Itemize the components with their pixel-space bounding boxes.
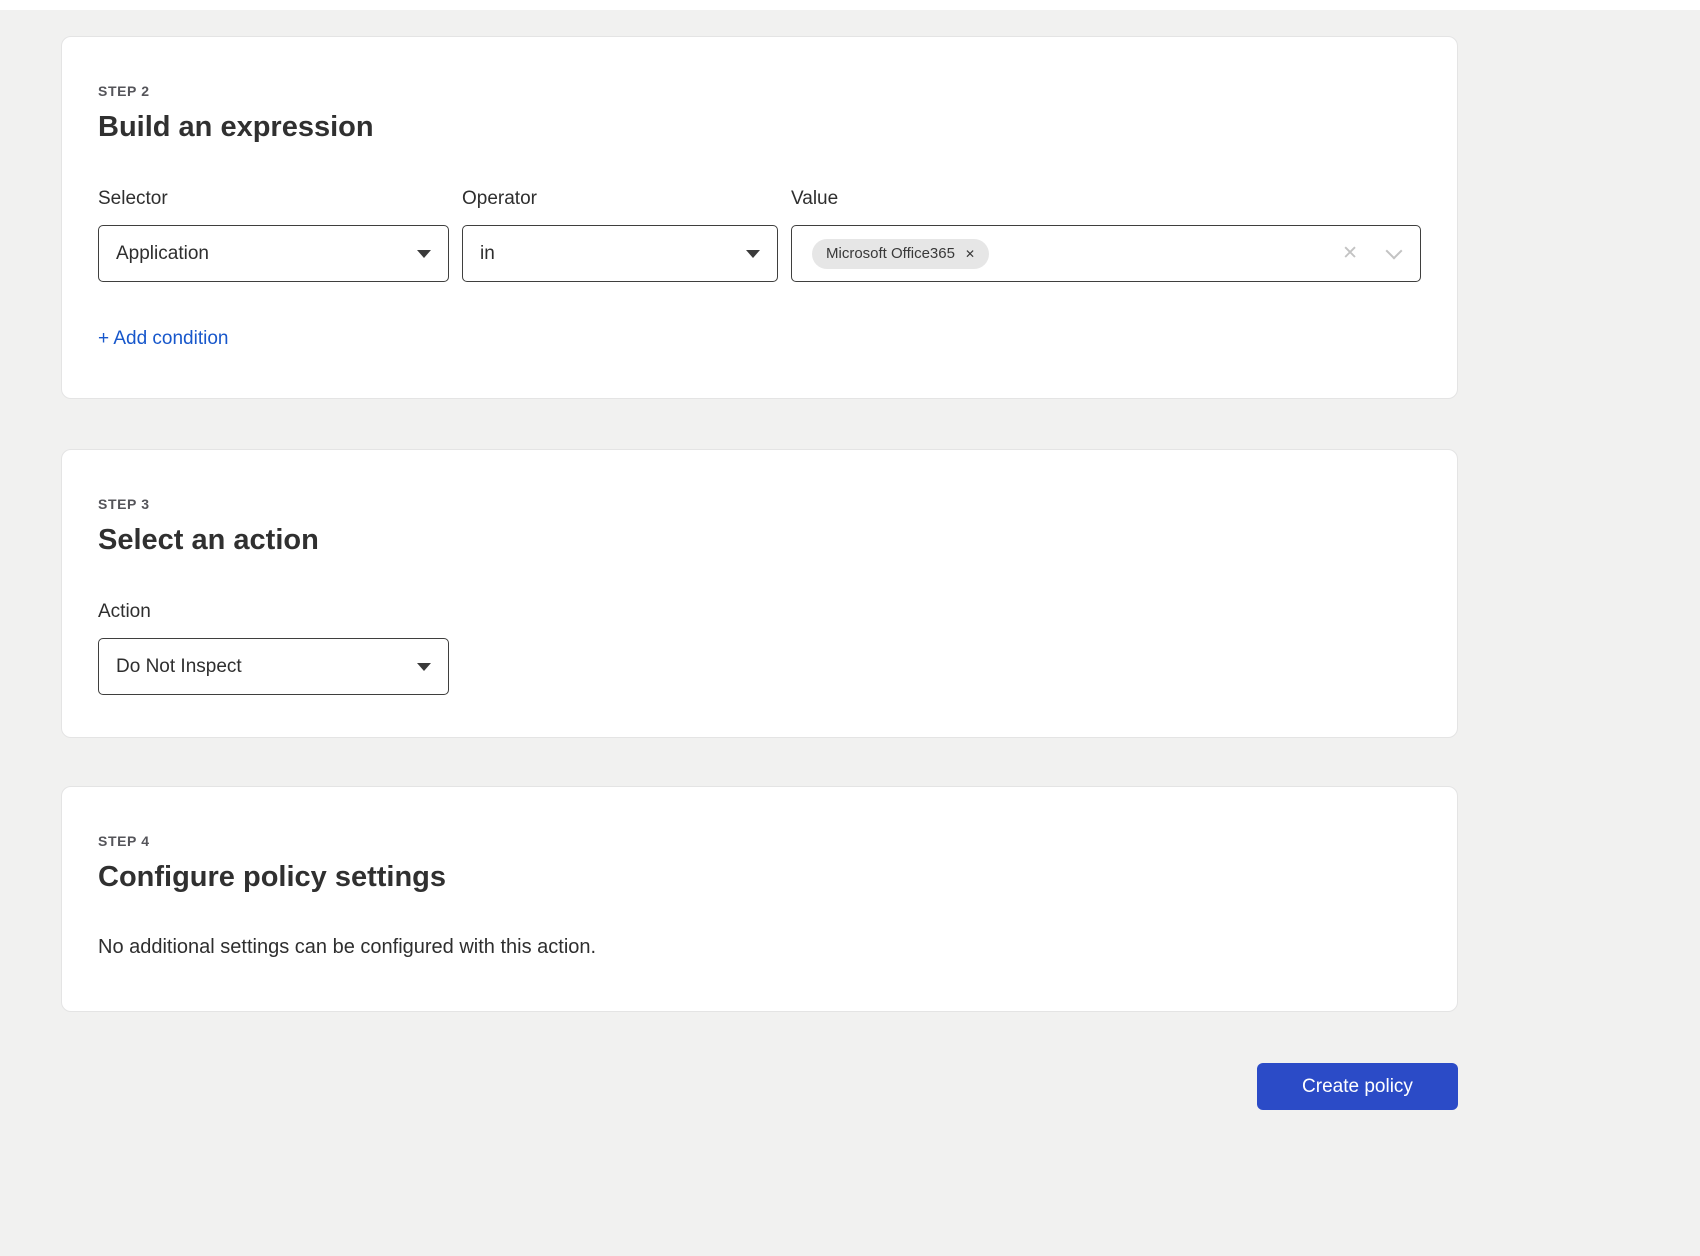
step4-step-label: STEP 4 — [98, 833, 1421, 849]
step2-card: STEP 2 Build an expression Selector Appl… — [61, 36, 1458, 399]
value-tag-label: Microsoft Office365 — [826, 245, 955, 263]
expression-fields-row: Selector Application Operator in Value M… — [98, 188, 1421, 282]
chevron-down-icon — [417, 250, 431, 258]
chevron-down-icon[interactable] — [1386, 242, 1403, 259]
action-label: Action — [98, 601, 1421, 623]
value-tag: Microsoft Office365 ✕ — [812, 239, 989, 269]
step2-step-label: STEP 2 — [98, 83, 1421, 99]
step3-title: Select an action — [98, 524, 1421, 557]
action-dropdown[interactable]: Do Not Inspect — [98, 638, 449, 695]
step4-title: Configure policy settings — [98, 861, 1421, 894]
settings-note: No additional settings can be configured… — [98, 936, 1421, 959]
selector-label: Selector — [98, 188, 449, 210]
footer: Create policy — [61, 1063, 1458, 1110]
value-multiselect[interactable]: Microsoft Office365 ✕ ✕ — [791, 225, 1421, 282]
tag-remove-icon[interactable]: ✕ — [965, 248, 975, 260]
chevron-down-icon — [417, 663, 431, 671]
step4-card: STEP 4 Configure policy settings No addi… — [61, 786, 1458, 1012]
operator-value: in — [480, 243, 495, 265]
chevron-down-icon — [746, 250, 760, 258]
selector-field: Selector Application — [98, 188, 449, 282]
top-strip — [0, 0, 1700, 10]
selector-value: Application — [116, 243, 209, 265]
value-label: Value — [791, 188, 1421, 210]
step3-step-label: STEP 3 — [98, 496, 1421, 512]
operator-field: Operator in — [462, 188, 778, 282]
action-field: Action Do Not Inspect — [98, 601, 1421, 695]
operator-label: Operator — [462, 188, 778, 210]
multiselect-controls: ✕ — [1342, 244, 1400, 263]
action-value: Do Not Inspect — [116, 656, 242, 678]
create-policy-button[interactable]: Create policy — [1257, 1063, 1458, 1110]
clear-icon[interactable]: ✕ — [1342, 244, 1358, 263]
step3-card: STEP 3 Select an action Action Do Not In… — [61, 449, 1458, 738]
operator-dropdown[interactable]: in — [462, 225, 778, 282]
step2-title: Build an expression — [98, 111, 1421, 144]
value-field: Value Microsoft Office365 ✕ ✕ — [791, 188, 1421, 282]
add-condition-link[interactable]: + Add condition — [98, 328, 228, 350]
selector-dropdown[interactable]: Application — [98, 225, 449, 282]
